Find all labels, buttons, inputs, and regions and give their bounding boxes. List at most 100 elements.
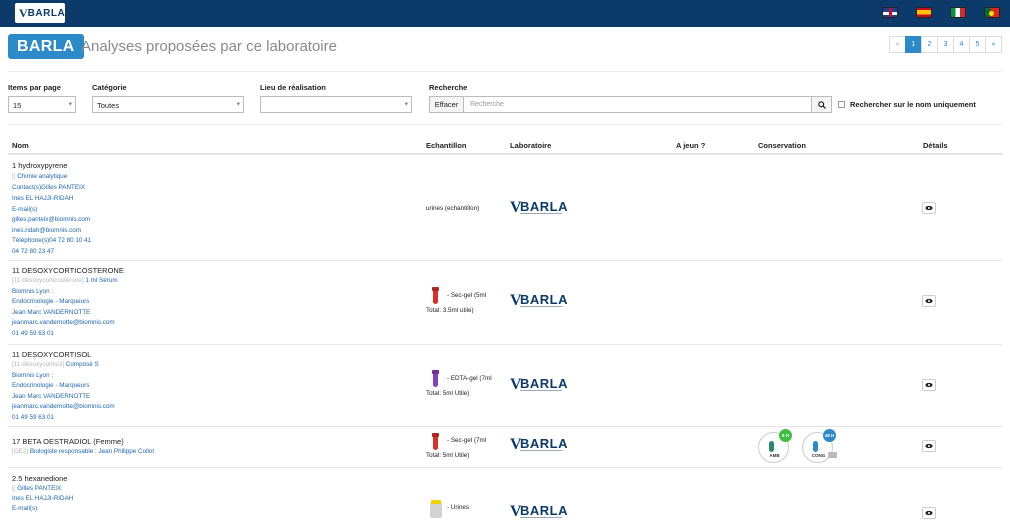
row-line[interactable]: Jean Marc VANDERNOTTE [12, 309, 90, 316]
flag-italy-icon[interactable] [950, 7, 966, 18]
row-line[interactable]: gilles.panteix@biomnis.com [12, 216, 90, 223]
table-row: 11 DESOXYCORTISOL [11-désoxycortisol] Co… [8, 345, 1002, 427]
name-only-checkbox[interactable] [838, 101, 845, 108]
row-line[interactable]: Endocrinologie - Marqueurs [12, 298, 89, 305]
col-a-jeun[interactable]: A jeun ? [676, 141, 705, 150]
details-button[interactable] [922, 379, 936, 391]
filters-bar: Items par page 15 Catégorie Toutes Lieu … [8, 83, 1002, 115]
pagination-page-2[interactable]: 2 [921, 36, 938, 53]
row-line[interactable]: E-mail(s) [12, 206, 37, 213]
echantillon-text: - Sec-gel (7ml [447, 437, 487, 444]
pagination-prev[interactable]: « [889, 36, 906, 53]
row-line[interactable]: Ines EL HAJJI-RIDAH [12, 495, 73, 502]
col-details[interactable]: Détails [923, 141, 948, 150]
row-line[interactable]: 01 49 59 63 01 [12, 414, 54, 421]
duration-badge: 8 H [779, 429, 792, 442]
top-navbar: V BARLA [0, 0, 1010, 27]
recherche-label: Recherche [429, 83, 468, 92]
echantillon-text: urines (echantillon) [426, 205, 480, 212]
row-line[interactable]: ines.ridah@biomnis.com [12, 227, 81, 234]
flag-uk-icon[interactable] [882, 7, 898, 18]
lab-logo: V BARLA [510, 199, 568, 216]
table-row: 11 DESOXYCORTICOSTERONE [11-désoxycortic… [8, 261, 1002, 345]
row-line[interactable]: Biomnis Lyon : [12, 288, 53, 295]
logo-text: BARLA [27, 7, 66, 19]
lieu-select[interactable] [260, 96, 412, 113]
name-only-label: Rechercher sur le nom uniquement [850, 100, 976, 109]
details-button[interactable] [922, 440, 936, 452]
search-button[interactable] [812, 96, 832, 113]
barla-logo[interactable]: V BARLA [15, 3, 65, 23]
row-line[interactable]: Jean Marc VANDERNOTTE [12, 393, 90, 400]
pagination-page-3[interactable]: 3 [937, 36, 954, 53]
details-button[interactable] [922, 507, 936, 519]
eye-icon [925, 298, 933, 304]
details-button[interactable] [922, 202, 936, 214]
language-switcher [882, 7, 1000, 18]
col-echantillon[interactable]: Echantillon [426, 141, 466, 150]
col-laboratoire[interactable]: Laboratoire [510, 141, 551, 150]
row-line[interactable]: [] Chimie analytique [12, 173, 67, 180]
lab-logo: V BARLA [510, 292, 568, 309]
divider [8, 124, 1002, 125]
truck-icon [828, 452, 837, 458]
categorie-select[interactable]: Toutes [92, 96, 244, 113]
row-line[interactable]: [] Gilles PANTEIX [12, 485, 61, 492]
eye-icon [925, 205, 933, 211]
logo-v-mark: V [19, 5, 28, 20]
title-row: BARLA Analyses proposées par ce laborato… [8, 34, 1002, 60]
page-title: Analyses proposées par ce laboratoire [81, 38, 337, 55]
echantillon-text: - EDTA-gel (7ml [447, 375, 492, 382]
row-line[interactable]: jeanmarc.vandernotte@biomnis.com [12, 403, 115, 410]
analysis-name[interactable]: 17 BETA OESTRADIOL (Femme) [12, 437, 124, 446]
row-line[interactable]: Téléphone(s)04 72 80 10 41 [12, 237, 91, 244]
items-per-page-select[interactable]: 15 [8, 96, 76, 113]
divider [8, 71, 1002, 72]
row-line[interactable]: [11-désoxycortisol] Composé S [12, 361, 99, 368]
analysis-name[interactable]: 1 hydroxypyrene [12, 161, 67, 170]
row-line[interactable]: [OE2] Biologiste responsable : Jean Phil… [12, 448, 154, 455]
row-line[interactable]: Biomnis Lyon : [12, 372, 53, 379]
analysis-name[interactable]: 11 DESOXYCORTICOSTERONE [12, 266, 124, 275]
flag-portugal-icon[interactable] [984, 7, 1000, 18]
pagination-next[interactable]: » [985, 36, 1002, 53]
flag-spain-icon[interactable] [916, 7, 932, 18]
items-per-page-label: Items par page [8, 83, 61, 92]
conservation-ambient-icon: AMB 8 H [758, 429, 792, 463]
col-conservation[interactable]: Conservation [758, 141, 806, 150]
name-only-option[interactable]: Rechercher sur le nom uniquement [838, 100, 976, 109]
echantillon-text: Total: 5ml Utile) [426, 452, 470, 459]
pagination-page-1[interactable]: 1 [905, 36, 922, 53]
search-input[interactable]: Recherche [464, 96, 812, 113]
pagination: « 1 2 3 4 5 » [889, 36, 1002, 53]
lab-logo: V BARLA [510, 376, 568, 393]
row-line[interactable]: Contact(s)Gilles PANTEIX [12, 184, 85, 191]
search-icon [817, 100, 826, 109]
details-button[interactable] [922, 295, 936, 307]
effacer-button[interactable]: Effacer [429, 96, 464, 113]
table-row: 2.5 hexanedione [] Gilles PANTEIX Ines E… [8, 468, 1002, 528]
row-line[interactable]: 01 49 59 63 01 [12, 330, 54, 337]
col-nom[interactable]: Nom [12, 141, 29, 150]
row-line[interactable]: E-mail(s) [12, 505, 37, 512]
duration-badge: 48 H [823, 429, 836, 442]
categorie-label: Catégorie [92, 83, 127, 92]
analysis-name[interactable]: 2.5 hexanedione [12, 474, 67, 483]
pagination-page-5[interactable]: 5 [969, 36, 986, 53]
pagination-page-4[interactable]: 4 [953, 36, 970, 53]
row-line[interactable]: Ines EL HAJJI-RIDAH [12, 195, 73, 202]
lab-badge: BARLA [8, 34, 84, 59]
analysis-name[interactable]: 11 DESOXYCORTISOL [12, 350, 91, 359]
row-line[interactable]: Endocrinologie - Marqueurs [12, 382, 89, 389]
eye-icon [925, 382, 933, 388]
row-line[interactable]: [11-désoxycorticostérone] 1 ml Sérum [12, 277, 118, 284]
row-line[interactable]: jeanmarc.vandernotte@biomnis.com [12, 319, 115, 326]
eye-icon [925, 443, 933, 449]
tube-icon [433, 287, 438, 304]
row-line[interactable]: 04 72 80 23 47 [12, 248, 54, 255]
lab-logo: V BARLA [510, 503, 568, 520]
echantillon-text: - Sec-gel (5ml [447, 292, 487, 299]
table-row: 17 BETA OESTRADIOL (Femme) [OE2] Biologi… [8, 427, 1002, 468]
search-group: Effacer Recherche [429, 96, 832, 113]
table-header: Nom Echantillon Laboratoire A jeun ? Con… [8, 140, 1002, 155]
